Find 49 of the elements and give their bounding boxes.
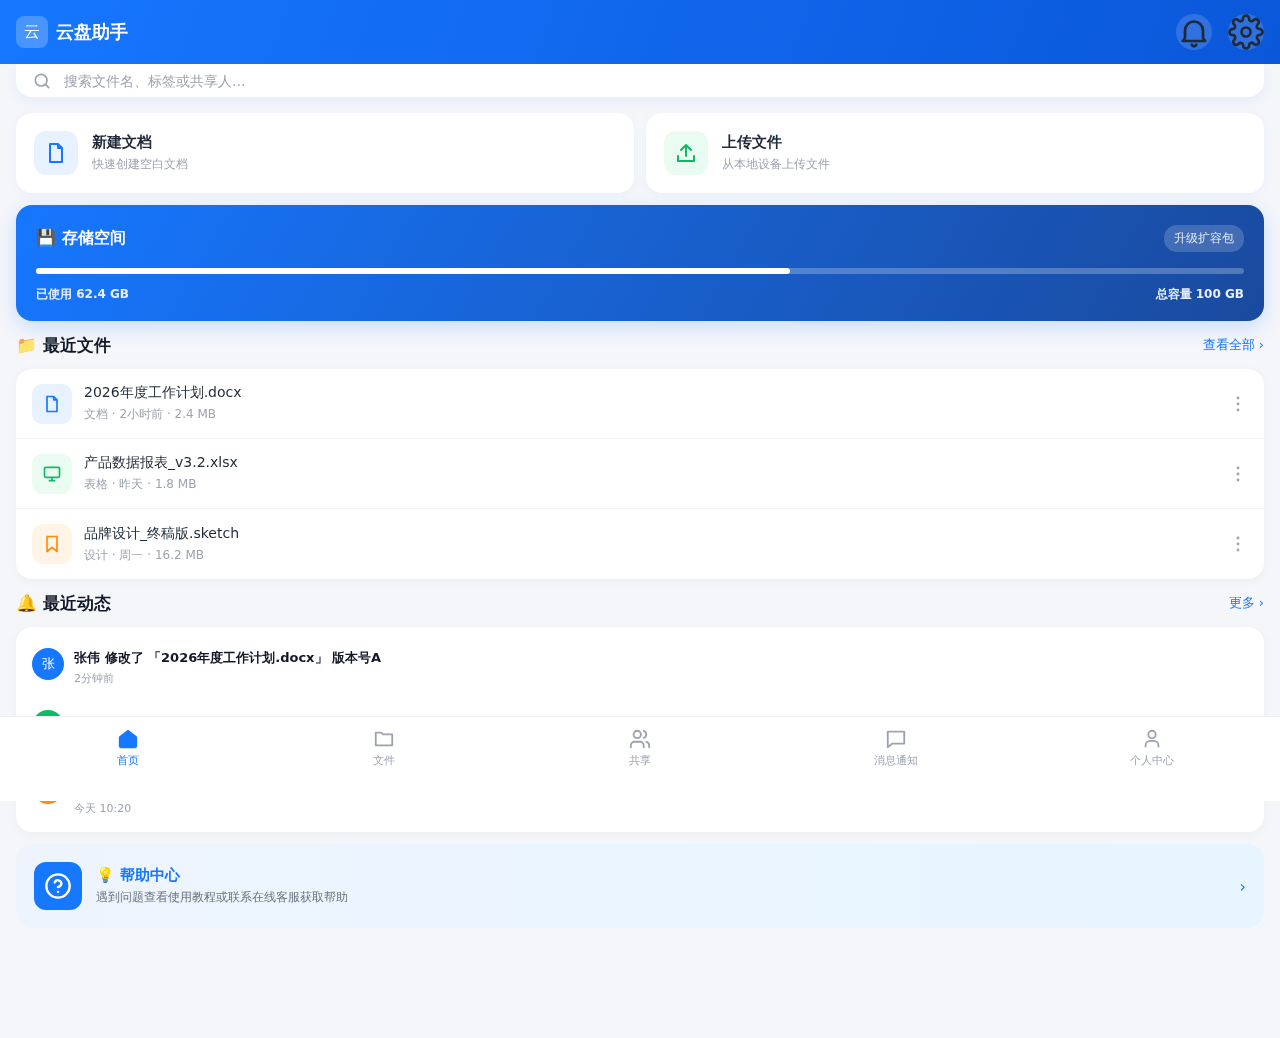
more-icon[interactable] [1236,395,1240,412]
settings-button[interactable] [1228,14,1264,50]
help-banner[interactable]: 💡 帮助中心 遇到问题查看使用教程或联系在线客服获取帮助 › [16,844,1264,928]
activity-time: 2分钟前 [74,671,115,686]
search-field[interactable]: 搜索文件名、标签或共享人... [62,71,1248,90]
search-bar[interactable]: 搜索文件名、标签或共享人... [16,64,1264,97]
file-row[interactable]: 品牌设计_终稿版.sketch 设计 · 周一 · 16.2 MB [16,509,1264,579]
file-row[interactable]: 产品数据报表_v3.2.xlsx 表格 · 昨天 · 1.8 MB [16,439,1264,509]
avatar: 张 [32,648,64,680]
app-logo: 云 [16,16,48,48]
view-all-link[interactable]: 查看全部 › [1202,336,1264,354]
notifications-button[interactable] [1176,14,1212,50]
app-title: 云盘助手 [56,20,128,44]
storage-title: 💾 存储空间 [36,228,126,249]
upgrade-button[interactable]: 升级扩容包 [1164,225,1244,252]
upload-icon [674,141,698,165]
file-name: 品牌设计_终稿版.sketch [84,524,241,543]
section-title: 🔔 最近动态 [16,591,111,615]
action-subtitle: 从本地设备上传文件 [722,156,830,173]
used-space: 已使用 62.4 GB [36,286,129,303]
action-title: 上传文件 [722,133,783,152]
chevron-icon: › [1239,876,1246,896]
nav-tab[interactable]: 共享 [512,717,768,768]
file-meta: 表格 · 昨天 · 1.8 MB [84,476,198,493]
total-space: 总容量 100 GB [1155,286,1244,303]
help-title: 💡 帮助中心 [96,866,182,885]
file-meta: 文档 · 2小时前 · 2.4 MB [84,406,217,423]
activity-time: 今天 10:20 [74,801,132,816]
file-name: 2026年度工作计划.docx [84,384,243,402]
file-meta: 设计 · 周一 · 16.2 MB [84,546,205,564]
help-description: 遇到问题查看使用教程或联系在线客服获取帮助 [96,889,349,906]
quick-action-card[interactable]: 上传文件 从本地设备上传文件 [646,113,1264,193]
chat-icon [885,728,907,750]
help-icon [34,862,82,910]
action-title: 新建文档 [92,133,153,152]
more-link[interactable]: 更多 › [1228,594,1264,612]
nav-tab[interactable]: 文件 [256,717,512,768]
nav-tab[interactable]: 个人中心 [1024,717,1280,768]
quick-action-card[interactable]: 新建文档 快速创建空白文档 [16,113,634,193]
section-title: 📁 最近文件 [16,333,111,357]
action-subtitle: 快速创建空白文档 [92,156,188,173]
activity-text: 张伟 修改了 「2026年度工作计划.docx」 版本号A [74,649,382,667]
more-icon[interactable] [1236,536,1240,552]
people-icon [628,728,652,750]
nav-tab[interactable]: 消息通知 [768,717,1024,768]
more-icon[interactable] [1236,465,1240,482]
file-row[interactable]: 2026年度工作计划.docx 文档 · 2小时前 · 2.4 MB [16,369,1264,439]
home-icon [117,728,139,750]
file-name: 产品数据报表_v3.2.xlsx [84,454,239,472]
